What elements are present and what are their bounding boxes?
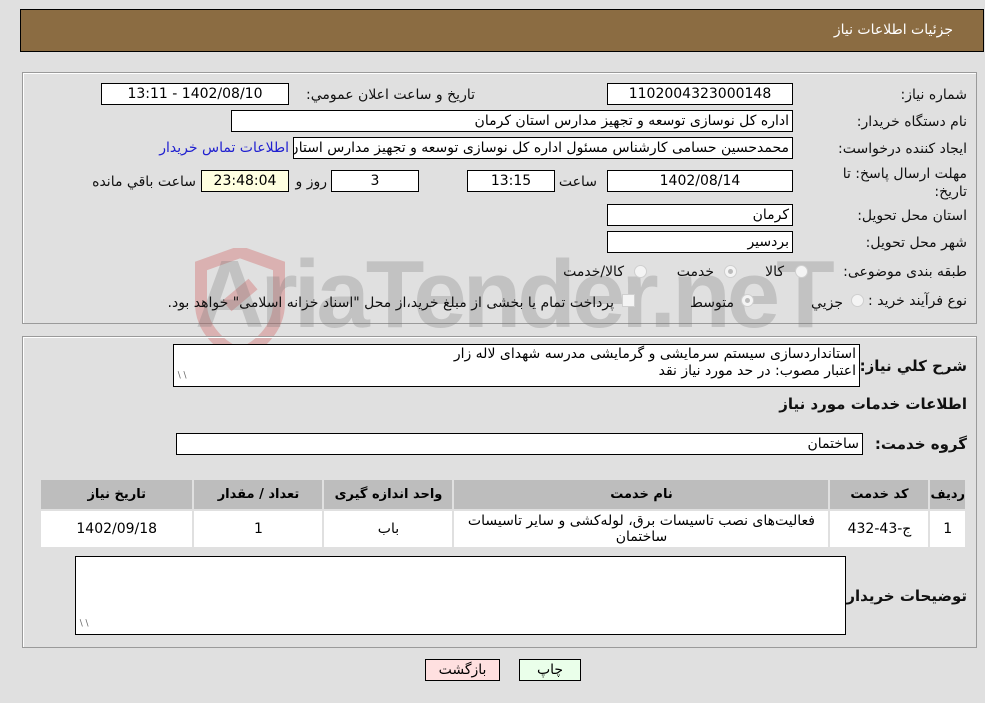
cell-service-name: فعالیت‌های نصب تاسیسات برق، لوله‌کشی و س… [452, 509, 831, 549]
col-header-quantity: تعداد / مقدار [192, 478, 325, 511]
announce-datetime-field: 1402/08/10 - 13:11 [101, 83, 289, 105]
time-remaining-label: ساعت باقي مانده [92, 174, 196, 190]
resize-grip-icon[interactable]: ∖∖ [176, 368, 187, 385]
table-row: 1 ج-43-432 فعالیت‌های نصب تاسیسات برق، ل… [38, 509, 967, 549]
buyer-notes-textarea[interactable]: ∖∖ [75, 556, 846, 635]
province-label: استان محل تحویل: [857, 208, 967, 224]
description-textarea[interactable]: استانداردسازی سیستم سرمایشی و گرمایشی مد… [173, 344, 860, 387]
days-label: روز و [295, 174, 328, 190]
category-service-label: خدمت [676, 264, 714, 280]
service-group-field: ساختمان [176, 433, 863, 455]
description-label: شرح کلي نياز: [859, 357, 967, 375]
cell-need-date: 1402/09/18 [38, 509, 195, 549]
cell-unit: باب [322, 509, 455, 549]
service-group-label: گروه خدمت: [874, 435, 967, 453]
deadline-time-field: 13:15 [467, 170, 555, 192]
print-button[interactable]: چاپ [519, 659, 581, 681]
treasury-note: پرداخت تمام یا بخشی از مبلغ خرید،از محل … [167, 295, 614, 311]
category-goods-label: کالا [765, 264, 784, 280]
category-goods-service-label: کالا/خدمت [563, 264, 624, 280]
col-header-unit: واحد اندازه گیری [322, 478, 455, 511]
city-label: شهر محل تحویل: [865, 235, 967, 251]
page-header: جزئیات اطلاعات نیاز [20, 9, 984, 52]
cell-service-code: ج-43-432 [828, 509, 931, 549]
purchase-medium-label: متوسط [690, 295, 734, 311]
description-line-2: اعتبار مصوب: در حد مورد نیاز نقد [658, 363, 856, 379]
need-number-field: 1102004323000148 [607, 83, 793, 105]
treasury-checkbox[interactable] [622, 294, 635, 307]
resize-grip-icon[interactable]: ∖∖ [78, 616, 89, 633]
purchase-minor-label: جزيي [811, 295, 843, 311]
days-remaining-field: 3 [331, 170, 419, 192]
city-field: بردسیر [607, 231, 793, 253]
buyer-org-label: نام دستگاه خریدار: [856, 114, 967, 130]
table-header-row: رديف کد خدمت نام خدمت واحد اندازه گیری ت… [38, 478, 967, 511]
time-remaining-field: 23:48:04 [201, 170, 289, 192]
purchase-type-label: نوع فرآیند خرید : [868, 293, 967, 309]
page-title: جزئیات اطلاعات نیاز [833, 22, 953, 38]
services-section-title: اطلاعات خدمات مورد نياز [779, 395, 967, 413]
need-number-label: شماره نیاز: [900, 87, 968, 103]
col-header-need-date: تاریخ نیاز [38, 478, 195, 511]
purchase-minor-radio[interactable] [851, 294, 864, 307]
category-goods-service-radio[interactable] [634, 265, 647, 278]
announce-datetime-label: تاریخ و ساعت اعلان عمومي: [306, 87, 475, 103]
category-service-radio[interactable] [724, 265, 737, 278]
buyer-notes-label: توضیحات خریدار: [840, 587, 967, 605]
deadline-label: مهلت ارسال پاسخ: تا تاریخ: [842, 166, 967, 200]
category-label: طبقه بندی موضوعی: [843, 264, 967, 280]
deadline-date-field: 1402/08/14 [607, 170, 793, 192]
requester-label: ایجاد کننده درخواست: [838, 141, 967, 157]
category-goods-radio[interactable] [795, 265, 808, 278]
back-button[interactable]: بازگشت [425, 659, 500, 681]
services-table: رديف کد خدمت نام خدمت واحد اندازه گیری ت… [38, 478, 967, 549]
cell-quantity: 1 [192, 509, 325, 549]
col-header-service-name: نام خدمت [452, 478, 831, 511]
deadline-time-label: ساعت [558, 174, 597, 190]
buyer-org-field: اداره کل نوسازی توسعه و تجهیز مدارس استا… [231, 110, 793, 132]
purchase-medium-radio[interactable] [741, 294, 754, 307]
buyer-contact-link[interactable]: اطلاعات تماس خریدار [159, 140, 289, 156]
col-header-row-number: رديف [928, 478, 967, 511]
description-line-1: استانداردسازی سیستم سرمایشی و گرمایشی مد… [453, 346, 856, 362]
col-header-service-code: کد خدمت [828, 478, 931, 511]
cell-row-number: 1 [928, 509, 967, 549]
province-field: کرمان [607, 204, 793, 226]
requester-field: محمدحسین حسامی کارشناس مسئول اداره کل نو… [293, 137, 793, 159]
